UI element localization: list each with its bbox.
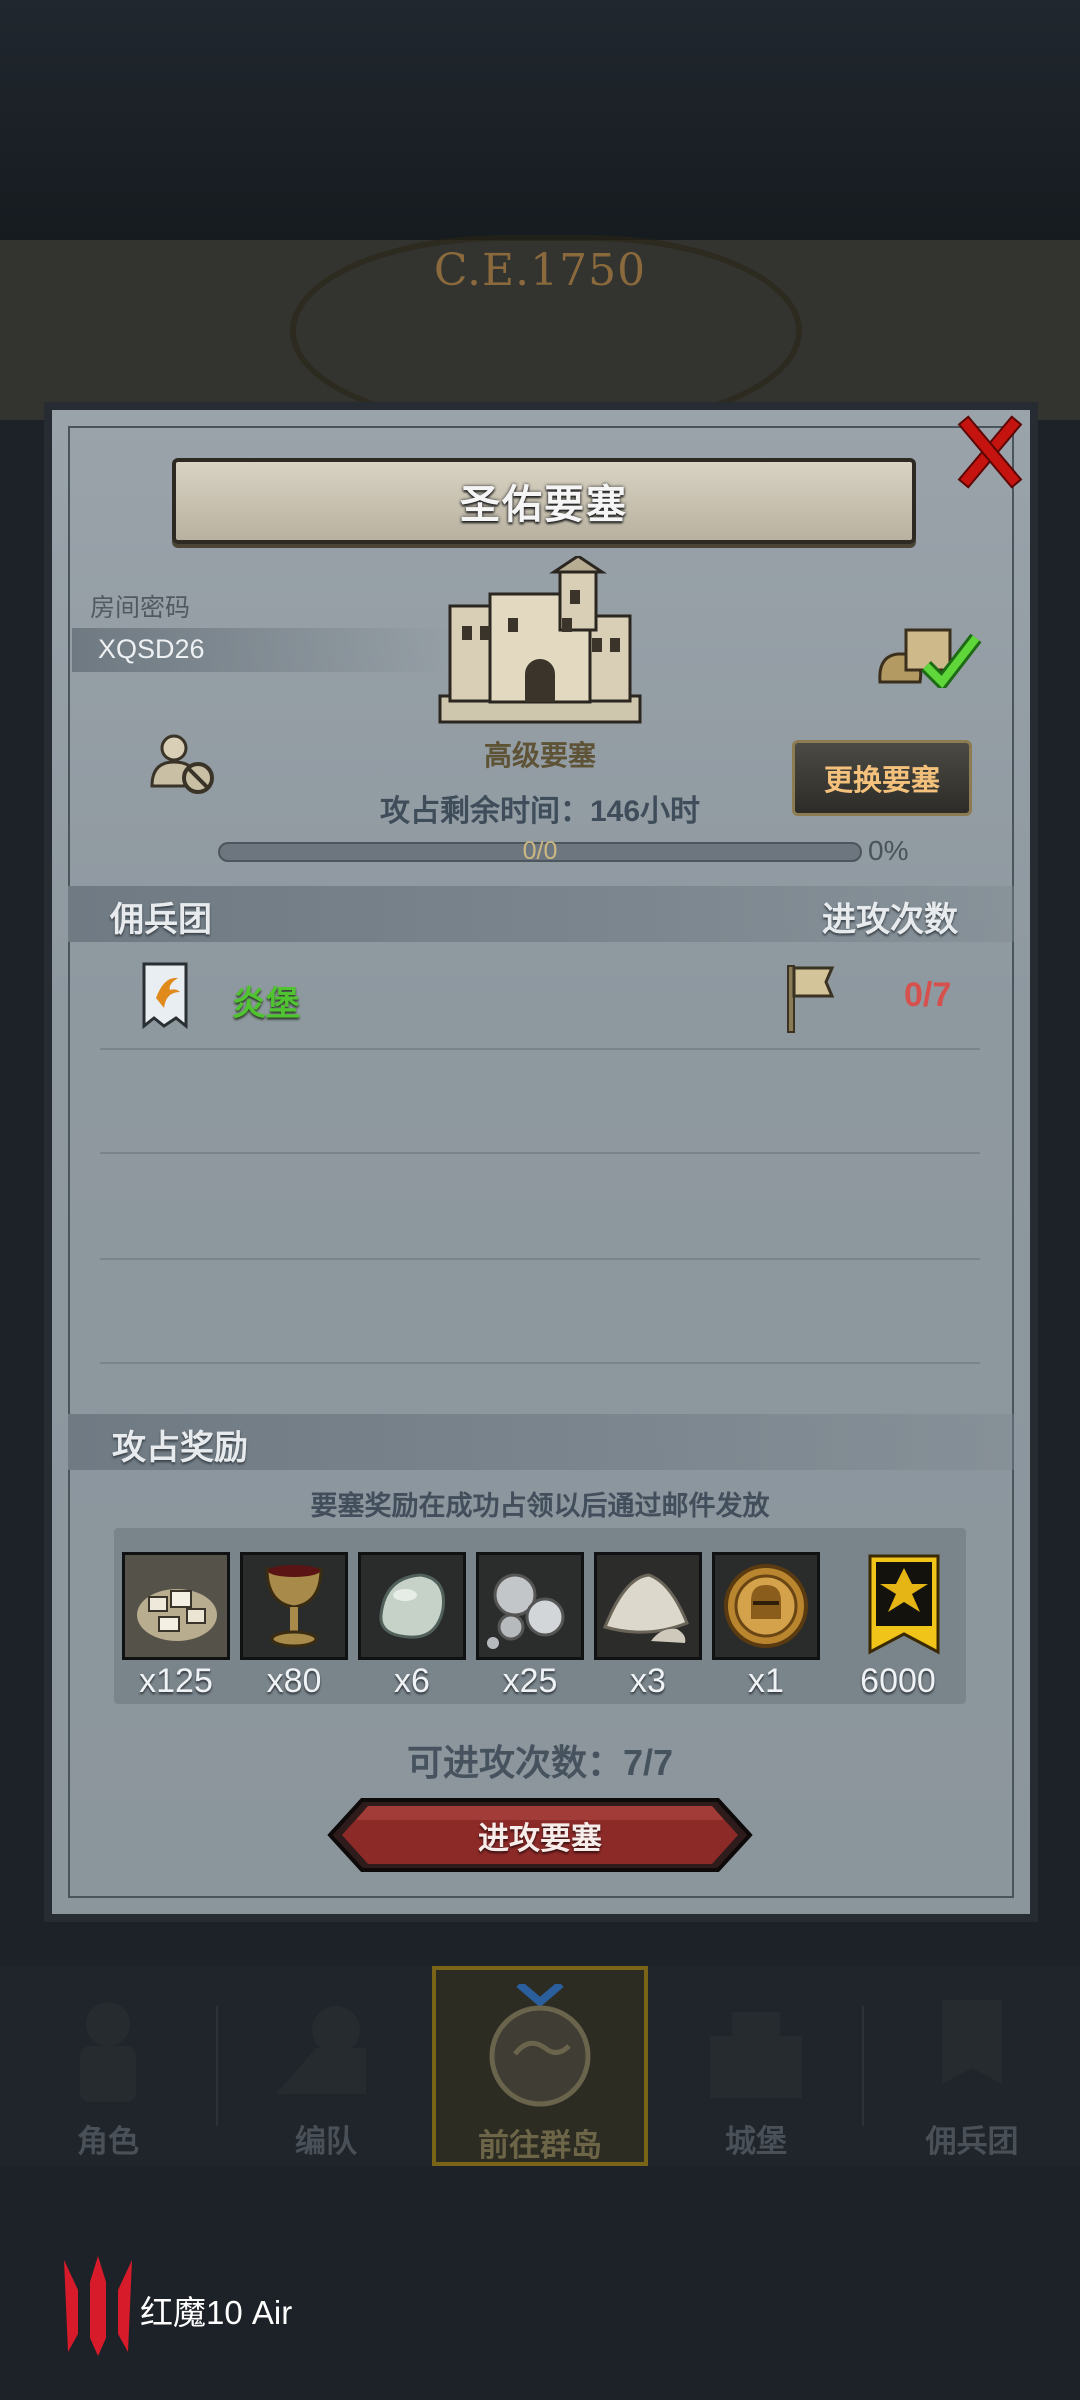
fortress-icon: [438, 556, 642, 724]
title-banner: 圣佑要塞: [172, 458, 916, 544]
silver-ore-icon: [479, 1555, 581, 1657]
rewards-header: 攻占奖励: [112, 1429, 248, 1467]
mercenary-icon: [942, 2000, 1002, 2084]
reward-qty: x3: [630, 1662, 666, 1700]
globe-icon: [489, 1984, 591, 2107]
supplies-ready-icon: [878, 628, 982, 688]
capture-progress-bar: 0/0: [218, 836, 862, 866]
attacks-available: 可进攻次数：7/7: [406, 1742, 674, 1783]
bottom-nav: 角色 编队 前往群岛 城堡 佣兵团: [0, 1966, 1080, 2166]
device-watermark: 红魔10 Air: [140, 2294, 293, 2331]
nav-label: 前往群岛: [478, 2128, 602, 2163]
stone-blocks-icon: [125, 1555, 227, 1657]
goblet-icon: [243, 1555, 345, 1657]
dialog-title: 圣佑要塞: [460, 483, 628, 527]
attack-button-label: 进攻要塞: [478, 1820, 602, 1856]
room-password-label: 房间密码: [90, 594, 191, 622]
row-divider: [100, 1152, 980, 1154]
mercenary-name[interactable]: 炎堡: [232, 976, 300, 1025]
mercenary-attack-count: 0/7: [904, 976, 952, 1014]
room-password-value: XQSD26: [98, 634, 205, 664]
close-button[interactable]: [948, 410, 1028, 490]
knight-icon: [80, 2002, 136, 2102]
attack-fortress-button[interactable]: 进攻要塞: [326, 1796, 754, 1874]
reward-qty: x80: [266, 1662, 322, 1700]
nav-label: 佣兵团: [925, 2124, 1019, 2159]
attack-flag-icon: [787, 965, 835, 1033]
progress-percent: 0%: [868, 835, 909, 866]
reward-qty: x125: [139, 1662, 213, 1700]
redmagic-logo-icon: [64, 2256, 132, 2356]
nav-label: 角色: [77, 2124, 139, 2159]
reward-slot-banner[interactable]: [852, 1552, 960, 1660]
reward-qty: x1: [748, 1662, 784, 1700]
reward-qty: x25: [502, 1662, 558, 1700]
nav-label: 城堡: [725, 2124, 787, 2159]
progress-text: 0/0: [522, 837, 558, 865]
guild-banner-icon: [868, 1554, 940, 1655]
top-backdrop: [0, 0, 1080, 240]
rewards-note: 要塞奖励在成功占领以后通过邮件发放: [310, 1491, 770, 1521]
mercenary-banner-icon: [142, 962, 188, 1030]
reward-slot-medal[interactable]: [712, 1552, 820, 1660]
castle-icon: [710, 2012, 802, 2098]
row-divider: [100, 1048, 980, 1050]
reward-qty: 6000: [860, 1662, 936, 1700]
nav-label: 编队: [295, 2124, 357, 2159]
nav-item-formation[interactable]: 编队: [218, 1966, 434, 2166]
formation-icon: [276, 2006, 366, 2094]
era-year: C.E.1750: [433, 245, 647, 296]
nav-item-castle[interactable]: 城堡: [648, 1966, 864, 2166]
nav-item-mercenary[interactable]: 佣兵团: [864, 1966, 1080, 2166]
reward-slot-stone[interactable]: [122, 1552, 230, 1660]
reward-slot-salt[interactable]: [594, 1552, 702, 1660]
row-divider: [100, 1362, 980, 1364]
attack-count-header: 进攻次数: [822, 901, 958, 939]
pale-gem-icon: [361, 1555, 463, 1657]
knight-medal-icon: [715, 1555, 817, 1657]
reward-slot-goblet[interactable]: [240, 1552, 348, 1660]
mercenary-header: 佣兵团: [110, 901, 212, 939]
reward-slot-gem[interactable]: [358, 1552, 466, 1660]
row-divider: [100, 1258, 980, 1260]
reward-qty: x6: [394, 1662, 430, 1700]
reward-slot-ore[interactable]: [476, 1552, 584, 1660]
salt-pile-icon: [597, 1555, 699, 1657]
nav-item-islands[interactable]: 前往群岛: [432, 1966, 648, 2166]
nav-item-role[interactable]: 角色: [0, 1966, 216, 2166]
capture-time-remaining: 攻占剩余时间：146小时: [379, 795, 701, 828]
